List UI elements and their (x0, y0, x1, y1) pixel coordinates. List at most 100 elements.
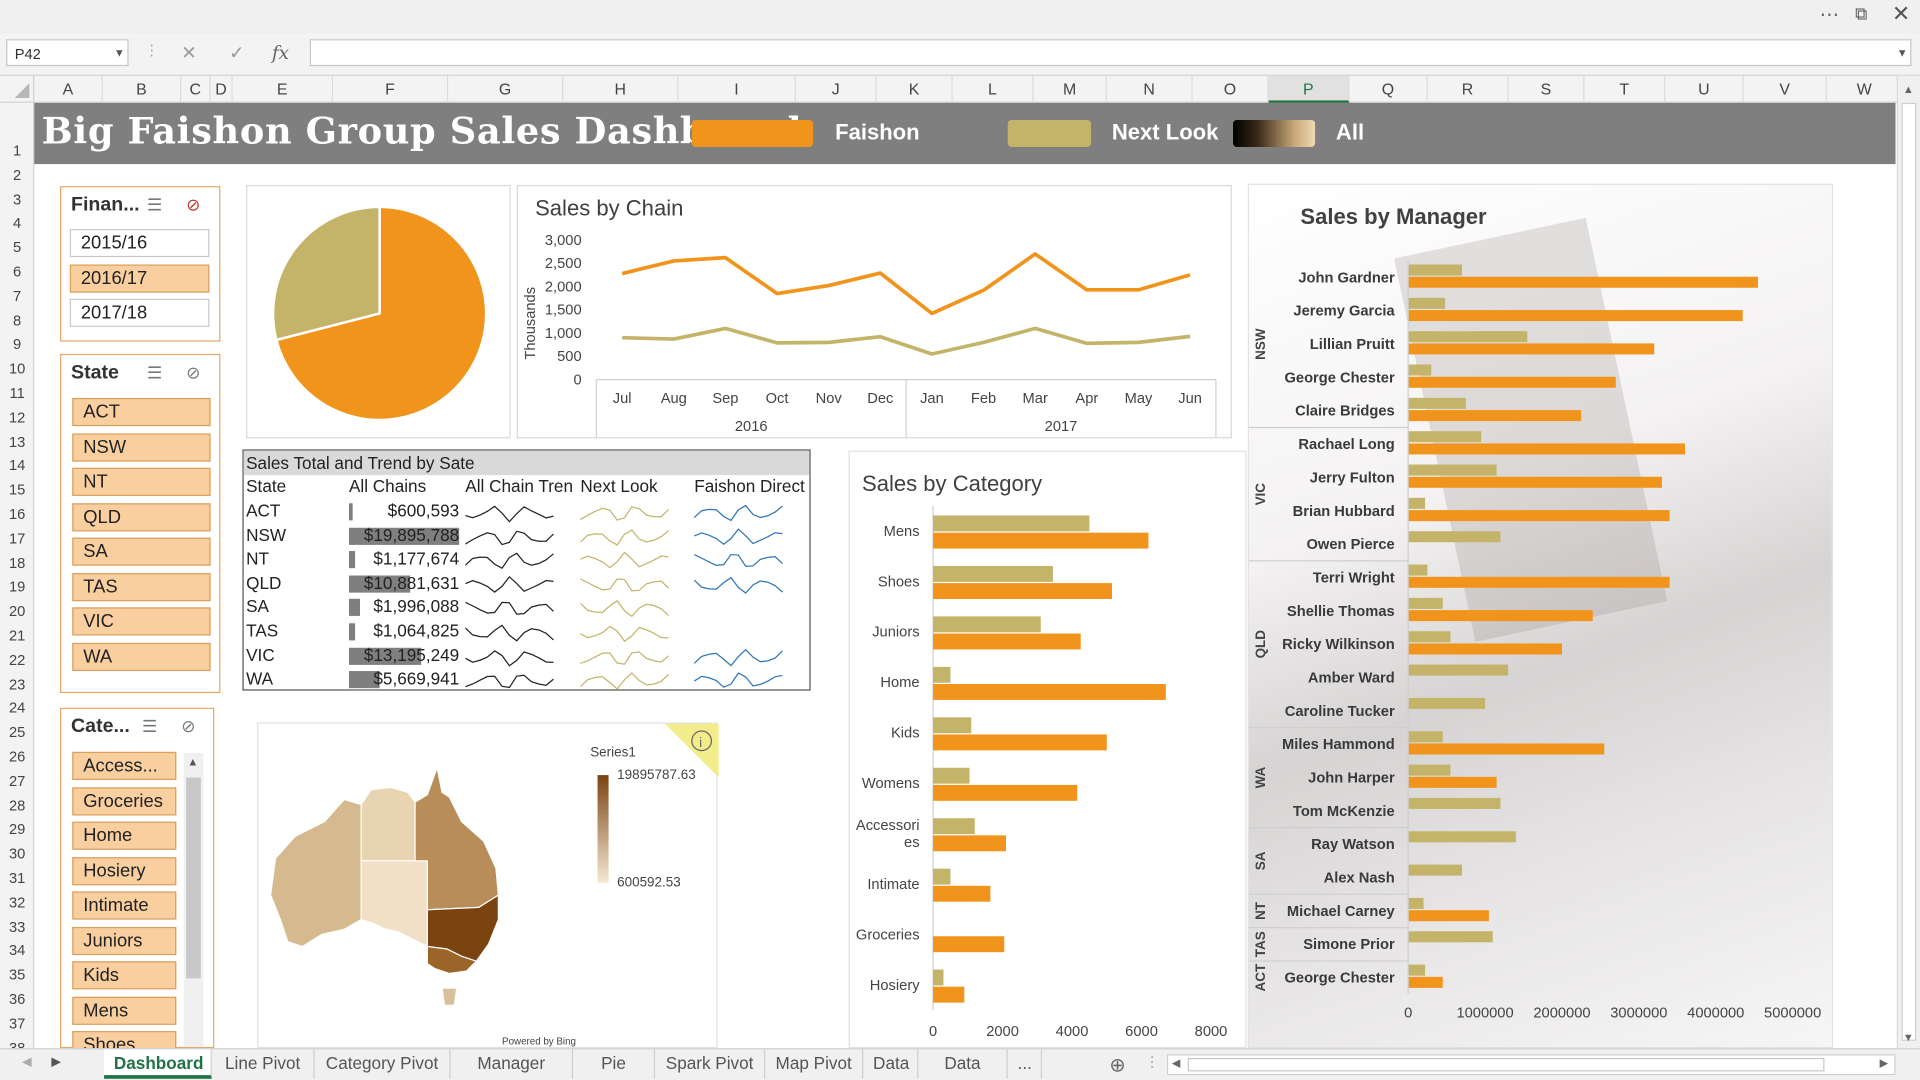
row-header[interactable]: 9 (0, 336, 34, 353)
manager-bar-faishon[interactable] (1408, 376, 1616, 388)
row-header[interactable]: 32 (0, 894, 34, 911)
sheet-tab[interactable]: Pie Pivot (573, 1049, 656, 1079)
manager-bar-faishon[interactable] (1408, 643, 1562, 655)
manager-bar-next-look[interactable] (1408, 331, 1528, 343)
column-header[interactable]: U (1665, 75, 1744, 103)
column-header[interactable]: N (1107, 75, 1193, 103)
clear-filter-icon[interactable]: ⊘ (186, 195, 200, 216)
slicer-item[interactable]: 2017/18 (69, 298, 210, 327)
row-header[interactable]: 22 (0, 651, 34, 668)
sheet-tab[interactable]: Spark Pivot (655, 1049, 766, 1079)
slicer-item[interactable]: Access... (72, 751, 177, 781)
manager-bar-faishon[interactable] (1408, 976, 1443, 988)
category-bar-next-look[interactable] (933, 666, 951, 683)
legend-swatch-next-look[interactable] (1007, 120, 1092, 147)
row-header[interactable]: 4 (0, 215, 34, 232)
row-header[interactable]: 8 (0, 312, 34, 329)
row-header[interactable]: 12 (0, 409, 34, 426)
more-options-icon[interactable]: ⋯ (1820, 2, 1840, 26)
horizontal-scrollbar[interactable]: ◀ ▶ (1166, 1054, 1896, 1076)
column-header[interactable]: K (877, 75, 953, 103)
column-header[interactable]: B (103, 75, 182, 103)
manager-bar-next-look[interactable] (1408, 497, 1426, 509)
manager-bar-faishon[interactable] (1408, 476, 1662, 488)
slicer-item[interactable]: QLD (72, 502, 211, 531)
manager-bar-next-look[interactable] (1408, 297, 1446, 309)
slicer-item[interactable]: Home (72, 821, 177, 850)
row-header[interactable]: 29 (0, 821, 34, 838)
column-header[interactable]: G (448, 75, 564, 103)
sheet-tab[interactable]: Dashboard (104, 1049, 212, 1079)
manager-bar-next-look[interactable] (1408, 931, 1493, 943)
manager-bar-next-look[interactable] (1408, 731, 1443, 743)
multi-select-icon[interactable]: ☰ (142, 716, 157, 737)
formula-input[interactable] (309, 39, 1912, 67)
row-header[interactable]: 21 (0, 627, 34, 644)
category-bar-faishon[interactable] (933, 936, 1005, 953)
manager-bar-next-look[interactable] (1408, 964, 1426, 976)
slicer-item[interactable]: Juniors (72, 926, 177, 955)
insert-function-icon[interactable]: fx (272, 42, 289, 64)
sheet-tab[interactable]: Manager Pivot (451, 1049, 574, 1079)
restore-window-icon[interactable]: ⧉ (1855, 4, 1867, 25)
category-bar-faishon[interactable] (933, 835, 1007, 852)
column-header[interactable]: I (678, 75, 796, 103)
row-header[interactable]: 36 (0, 991, 34, 1008)
category-bar-next-look[interactable] (933, 868, 951, 885)
column-header[interactable]: J (796, 75, 877, 103)
name-box[interactable]: P42 (6, 39, 129, 67)
sheet-tab[interactable]: Line Pivot (212, 1049, 315, 1079)
manager-bar-faishon[interactable] (1408, 576, 1670, 588)
manager-bar-faishon[interactable] (1408, 776, 1497, 788)
slicer-item[interactable]: Groceries (72, 786, 177, 815)
row-header[interactable]: 30 (0, 845, 34, 862)
manager-bar-next-look[interactable] (1408, 431, 1482, 443)
manager-bar-next-look[interactable] (1408, 864, 1462, 876)
manager-bar-faishon[interactable] (1408, 610, 1593, 622)
manager-bar-faishon[interactable] (1408, 510, 1670, 522)
column-header[interactable]: V (1744, 75, 1827, 103)
manager-bar-faishon[interactable] (1408, 410, 1582, 422)
column-header[interactable]: E (233, 75, 334, 103)
multi-select-icon[interactable]: ☰ (147, 195, 162, 216)
slicer-item[interactable]: NSW (72, 432, 211, 462)
manager-bar-next-look[interactable] (1408, 664, 1509, 676)
clear-filter-icon[interactable]: ⊘ (186, 362, 200, 383)
row-header[interactable]: 10 (0, 360, 34, 377)
manager-bar-faishon[interactable] (1408, 743, 1605, 755)
scrollbar-thumb[interactable] (1187, 1057, 1825, 1072)
multi-select-icon[interactable]: ☰ (147, 362, 162, 383)
cancel-icon[interactable]: ✕ (181, 42, 196, 64)
category-bar-faishon[interactable] (933, 784, 1078, 801)
row-header[interactable]: 28 (0, 797, 34, 814)
slicer-item[interactable]: WA (72, 642, 211, 671)
slicer-item[interactable]: Mens (72, 996, 177, 1025)
row-header[interactable]: 13 (0, 433, 34, 450)
expand-formula-icon[interactable]: ▼ (1897, 47, 1908, 59)
category-bar-next-look[interactable] (933, 767, 970, 784)
manager-bar-faishon[interactable] (1408, 910, 1489, 922)
scroll-up-icon[interactable]: ▲ (1903, 83, 1914, 95)
clear-filter-icon[interactable]: ⊘ (181, 716, 195, 737)
category-bar-next-look[interactable] (933, 818, 975, 835)
category-bar-faishon[interactable] (933, 532, 1149, 549)
row-header[interactable]: 11 (0, 384, 34, 401)
enter-icon[interactable]: ✓ (229, 42, 244, 64)
column-header[interactable]: A (34, 75, 103, 103)
column-header[interactable]: W (1827, 75, 1903, 103)
category-bar-next-look[interactable] (933, 969, 944, 986)
row-header[interactable]: 25 (0, 724, 34, 741)
series-line-next-look[interactable] (622, 326, 1191, 356)
column-header[interactable]: L (953, 75, 1034, 103)
row-header[interactable]: 26 (0, 748, 34, 765)
column-header[interactable]: H (563, 75, 679, 103)
sheet-tab[interactable]: ... (1008, 1049, 1043, 1079)
row-header[interactable]: 33 (0, 918, 34, 935)
sheet-tab[interactable]: Data Aug (918, 1049, 1008, 1079)
row-header[interactable]: 20 (0, 603, 34, 620)
column-header[interactable]: F (333, 75, 449, 103)
legend-swatch-faishon[interactable] (691, 120, 814, 147)
slicer-item[interactable]: 2015/16 (69, 228, 210, 258)
row-header[interactable]: 5 (0, 239, 34, 256)
slicer-scrollbar[interactable]: ▲ (183, 753, 204, 1047)
